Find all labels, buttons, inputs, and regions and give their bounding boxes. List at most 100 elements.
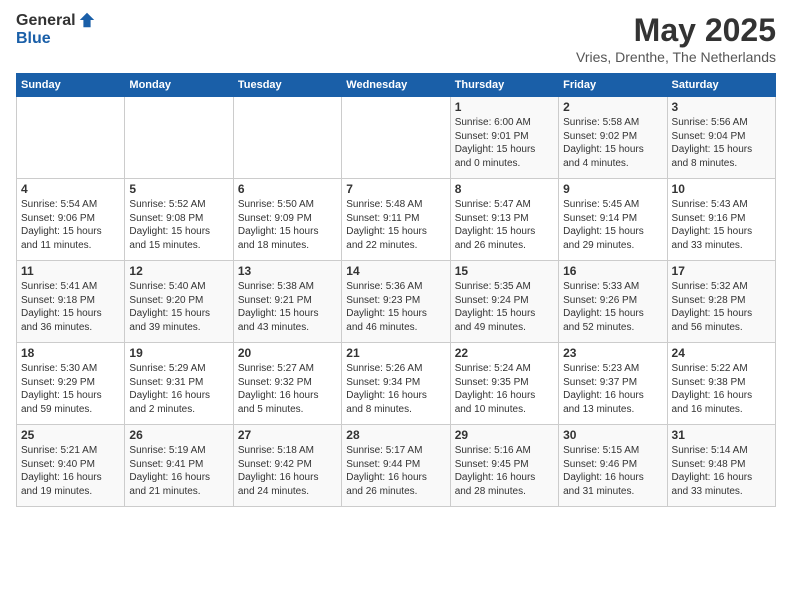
- month-title: May 2025: [576, 12, 776, 49]
- calendar-cell: 24Sunrise: 5:22 AMSunset: 9:38 PMDayligh…: [667, 343, 775, 425]
- day-number: 29: [455, 428, 554, 442]
- calendar-cell: 14 Sunrise: 5:36 AMSunset: 9:23 PMDayligh…: [342, 261, 450, 343]
- day-info: Sunrise: 5:18 AMSunset: 9:42 PMDaylight:…: [238, 444, 337, 498]
- day-info: Sunrise: 5:36 AMSunset: 9:23 PMDaylight:…: [346, 280, 445, 334]
- calendar-cell: 26 Sunrise: 5:19 AMSunset: 9:41 PMDayligh…: [125, 425, 233, 507]
- calendar-week-5: 25 Sunrise: 5:21 AMSunset: 9:40 PMDayligh…: [17, 425, 776, 507]
- day-number: 7: [346, 182, 445, 196]
- day-number: 21: [346, 346, 445, 360]
- calendar-cell: 13 Sunrise: 5:38 AMSunset: 9:21 PMDayligh…: [233, 261, 341, 343]
- day-number: 30: [563, 428, 662, 442]
- calendar-cell: 29 Sunrise: 5:16 AMSunset: 9:45 PMDayligh…: [450, 425, 558, 507]
- header: General Blue May 2025 Vries, Drenthe, Th…: [16, 12, 776, 65]
- day-number: 3: [672, 100, 771, 114]
- day-info: Sunrise: 5:24 AMSunset: 9:35 PMDaylight:…: [455, 362, 554, 416]
- calendar-cell: [342, 97, 450, 179]
- day-info: Sunrise: 5:38 AMSunset: 9:21 PMDaylight:…: [238, 280, 337, 334]
- day-info: Sunrise: 5:29 AMSunset: 9:31 PMDaylight:…: [129, 362, 228, 416]
- day-number: 6: [238, 182, 337, 196]
- day-number: 14: [346, 264, 445, 278]
- day-info: Sunrise: 5:27 AMSunset: 9:32 PMDaylight:…: [238, 362, 337, 416]
- day-info: Sunrise: 5:47 AMSunset: 9:13 PMDaylight:…: [455, 198, 554, 252]
- calendar-cell: 28Sunrise: 5:17 AMSunset: 9:44 PMDayligh…: [342, 425, 450, 507]
- day-info: Sunrise: 6:00 AMSunset: 9:01 PMDaylight:…: [455, 116, 554, 170]
- day-number: 31: [672, 428, 771, 442]
- weekday-header-monday: Monday: [125, 74, 233, 97]
- calendar-cell: 6 Sunrise: 5:50 AMSunset: 9:09 PMDaylight…: [233, 179, 341, 261]
- calendar-cell: 17 Sunrise: 5:32 AMSunset: 9:28 PMDayligh…: [667, 261, 775, 343]
- calendar-cell: [17, 97, 125, 179]
- day-info: Sunrise: 5:21 AMSunset: 9:40 PMDaylight:…: [21, 444, 120, 498]
- day-info: Sunrise: 5:50 AMSunset: 9:09 PMDaylight:…: [238, 198, 337, 252]
- calendar-cell: 9 Sunrise: 5:45 AMSunset: 9:14 PMDaylight…: [559, 179, 667, 261]
- logo: General Blue: [16, 12, 96, 47]
- day-number: 10: [672, 182, 771, 196]
- day-number: 5: [129, 182, 228, 196]
- page: General Blue May 2025 Vries, Drenthe, Th…: [0, 0, 792, 612]
- day-info: Sunrise: 5:33 AMSunset: 9:26 PMDaylight:…: [563, 280, 662, 334]
- calendar-cell: [125, 97, 233, 179]
- calendar-week-1: 1 Sunrise: 6:00 AMSunset: 9:01 PMDaylight…: [17, 97, 776, 179]
- calendar-cell: 30 Sunrise: 5:15 AMSunset: 9:46 PMDayligh…: [559, 425, 667, 507]
- calendar-cell: 23Sunrise: 5:23 AMSunset: 9:37 PMDayligh…: [559, 343, 667, 425]
- calendar-cell: 18 Sunrise: 5:30 AMSunset: 9:29 PMDayligh…: [17, 343, 125, 425]
- calendar-cell: 20Sunrise: 5:27 AMSunset: 9:32 PMDayligh…: [233, 343, 341, 425]
- day-number: 17: [672, 264, 771, 278]
- day-number: 1: [455, 100, 554, 114]
- weekday-header-wednesday: Wednesday: [342, 74, 450, 97]
- day-number: 22: [455, 346, 554, 360]
- day-info: Sunrise: 5:26 AMSunset: 9:34 PMDaylight:…: [346, 362, 445, 416]
- day-number: 11: [21, 264, 120, 278]
- calendar-cell: 21 Sunrise: 5:26 AMSunset: 9:34 PMDayligh…: [342, 343, 450, 425]
- logo-icon: [78, 11, 96, 29]
- day-number: 27: [238, 428, 337, 442]
- calendar-cell: 16 Sunrise: 5:33 AMSunset: 9:26 PMDayligh…: [559, 261, 667, 343]
- calendar-cell: 22 Sunrise: 5:24 AMSunset: 9:35 PMDayligh…: [450, 343, 558, 425]
- day-info: Sunrise: 5:19 AMSunset: 9:41 PMDaylight:…: [129, 444, 228, 498]
- calendar-cell: 2Sunrise: 5:58 AMSunset: 9:02 PMDaylight…: [559, 97, 667, 179]
- day-info: Sunrise: 5:40 AMSunset: 9:20 PMDaylight:…: [129, 280, 228, 334]
- weekday-header-row: SundayMondayTuesdayWednesdayThursdayFrid…: [17, 74, 776, 97]
- calendar-week-2: 4 Sunrise: 5:54 AMSunset: 9:06 PMDaylight…: [17, 179, 776, 261]
- calendar-cell: 19Sunrise: 5:29 AMSunset: 9:31 PMDayligh…: [125, 343, 233, 425]
- day-number: 16: [563, 264, 662, 278]
- day-info: Sunrise: 5:22 AMSunset: 9:38 PMDaylight:…: [672, 362, 771, 416]
- weekday-header-tuesday: Tuesday: [233, 74, 341, 97]
- day-number: 9: [563, 182, 662, 196]
- logo-general-text: General: [16, 12, 76, 30]
- calendar-cell: 5Sunrise: 5:52 AMSunset: 9:08 PMDaylight…: [125, 179, 233, 261]
- day-info: Sunrise: 5:56 AMSunset: 9:04 PMDaylight:…: [672, 116, 771, 170]
- calendar-cell: 31 Sunrise: 5:14 AMSunset: 9:48 PMDayligh…: [667, 425, 775, 507]
- day-number: 13: [238, 264, 337, 278]
- day-info: Sunrise: 5:32 AMSunset: 9:28 PMDaylight:…: [672, 280, 771, 334]
- day-info: Sunrise: 5:45 AMSunset: 9:14 PMDaylight:…: [563, 198, 662, 252]
- weekday-header-thursday: Thursday: [450, 74, 558, 97]
- calendar-cell: 4 Sunrise: 5:54 AMSunset: 9:06 PMDaylight…: [17, 179, 125, 261]
- day-info: Sunrise: 5:15 AMSunset: 9:46 PMDaylight:…: [563, 444, 662, 498]
- day-number: 18: [21, 346, 120, 360]
- day-number: 28: [346, 428, 445, 442]
- calendar-cell: 11 Sunrise: 5:41 AMSunset: 9:18 PMDayligh…: [17, 261, 125, 343]
- day-info: Sunrise: 5:35 AMSunset: 9:24 PMDaylight:…: [455, 280, 554, 334]
- day-info: Sunrise: 5:30 AMSunset: 9:29 PMDaylight:…: [21, 362, 120, 416]
- day-number: 8: [455, 182, 554, 196]
- day-info: Sunrise: 5:41 AMSunset: 9:18 PMDaylight:…: [21, 280, 120, 334]
- day-number: 25: [21, 428, 120, 442]
- day-info: Sunrise: 5:58 AMSunset: 9:02 PMDaylight:…: [563, 116, 662, 170]
- calendar-cell: 10Sunrise: 5:43 AMSunset: 9:16 PMDayligh…: [667, 179, 775, 261]
- day-info: Sunrise: 5:14 AMSunset: 9:48 PMDaylight:…: [672, 444, 771, 498]
- calendar-cell: 1 Sunrise: 6:00 AMSunset: 9:01 PMDaylight…: [450, 97, 558, 179]
- title-section: May 2025 Vries, Drenthe, The Netherlands: [576, 12, 776, 65]
- calendar-cell: 7Sunrise: 5:48 AMSunset: 9:11 PMDaylight…: [342, 179, 450, 261]
- day-number: 26: [129, 428, 228, 442]
- day-number: 4: [21, 182, 120, 196]
- day-number: 12: [129, 264, 228, 278]
- weekday-header-friday: Friday: [559, 74, 667, 97]
- day-number: 15: [455, 264, 554, 278]
- calendar-cell: 3 Sunrise: 5:56 AMSunset: 9:04 PMDaylight…: [667, 97, 775, 179]
- day-info: Sunrise: 5:16 AMSunset: 9:45 PMDaylight:…: [455, 444, 554, 498]
- calendar-cell: 12 Sunrise: 5:40 AMSunset: 9:20 PMDayligh…: [125, 261, 233, 343]
- weekday-header-sunday: Sunday: [17, 74, 125, 97]
- day-info: Sunrise: 5:54 AMSunset: 9:06 PMDaylight:…: [21, 198, 120, 252]
- calendar-cell: 25 Sunrise: 5:21 AMSunset: 9:40 PMDayligh…: [17, 425, 125, 507]
